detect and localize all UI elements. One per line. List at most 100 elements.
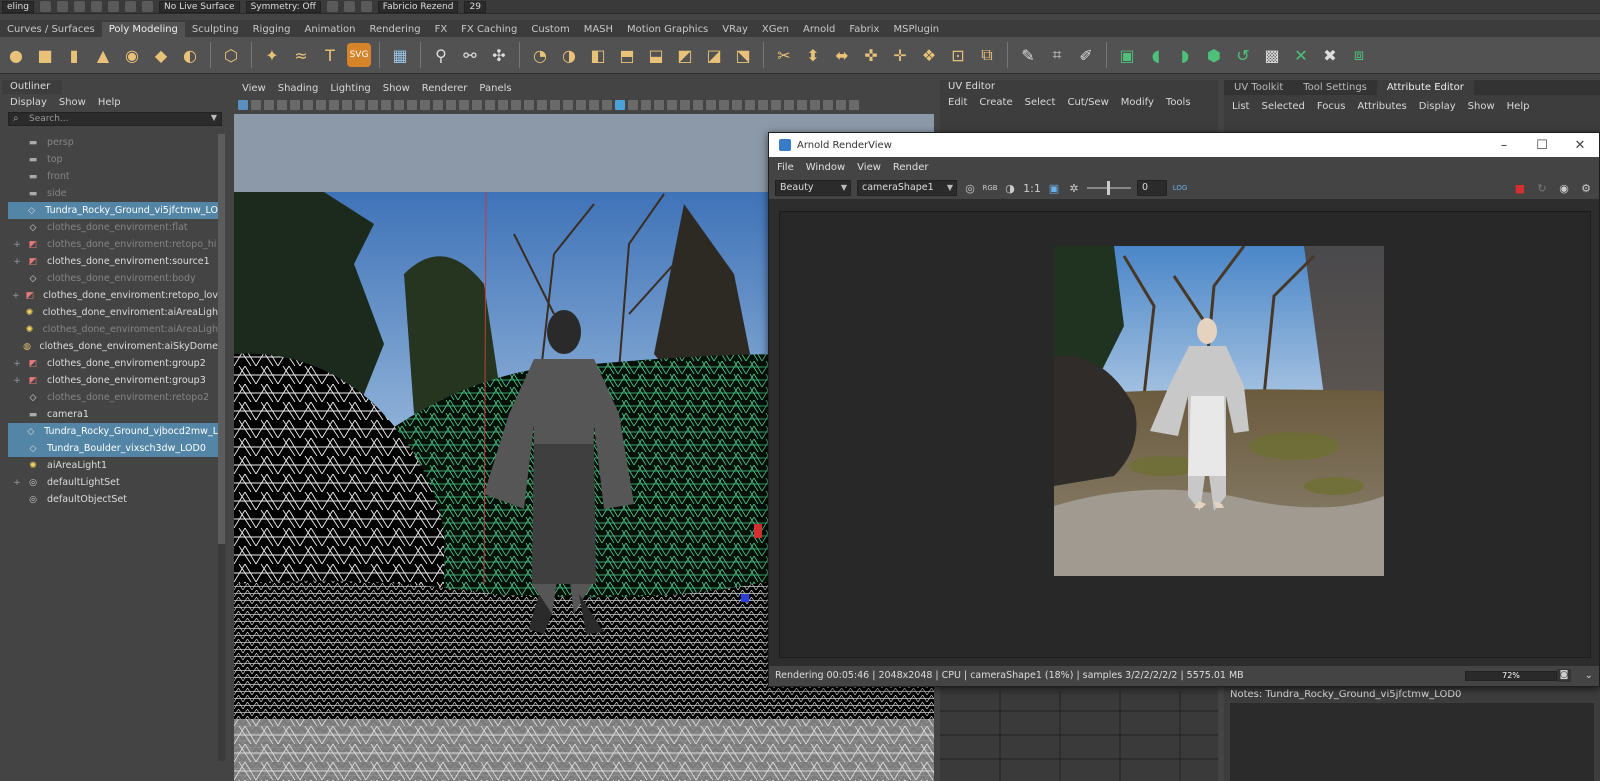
outliner-item[interactable]: + ◩ clothes_done_enviroment:retopo_hi (8, 236, 218, 253)
viewport-tool-icon[interactable] (342, 100, 352, 110)
uv-shell-icon[interactable]: ⧈ (1347, 43, 1371, 67)
slider-handle[interactable] (1107, 181, 1110, 195)
uv-grid[interactable] (940, 691, 1218, 781)
smooth-icon[interactable]: ❖ (917, 43, 941, 67)
outliner-item[interactable]: ◍ clothes_done_enviroment:aiSkyDome (8, 338, 218, 355)
renderview-menu-item[interactable]: Render (893, 162, 929, 173)
snap-curve-icon[interactable] (124, 1, 136, 12)
uv-automatic-icon[interactable]: ⬢ (1202, 43, 1226, 67)
separate-icon[interactable]: ◑ (557, 43, 581, 67)
viewport-tool-icon[interactable] (420, 100, 430, 110)
viewport-tool-icon[interactable] (576, 100, 586, 110)
uv-menu-item[interactable]: Cut/Sew (1067, 97, 1108, 108)
fill-hole-icon[interactable]: ⬔ (731, 43, 755, 67)
renderview-menu-item[interactable]: File (777, 162, 794, 173)
renderview-menu-item[interactable]: Window (806, 162, 845, 173)
sculpt-icon[interactable]: ✐ (1074, 43, 1098, 67)
viewport-tool-icon[interactable] (628, 100, 638, 110)
mirror-icon[interactable]: ⧉ (975, 43, 999, 67)
outliner-menu-item[interactable]: Display (10, 97, 47, 108)
poly-cube-icon[interactable]: ■ (33, 43, 57, 67)
save-icon[interactable] (39, 1, 51, 12)
render-region-icon[interactable]: ◎ (963, 181, 977, 195)
viewport-tool-icon[interactable] (264, 100, 274, 110)
shelf-tab[interactable]: FX (428, 22, 455, 37)
bevel-icon[interactable]: ◩ (673, 43, 697, 67)
poly-sphere-icon[interactable]: ● (4, 43, 28, 67)
viewport-tool-icon[interactable] (472, 100, 482, 110)
pencil-icon[interactable]: ✎ (1016, 43, 1040, 67)
outliner-item[interactable]: + ◩ clothes_done_enviroment:source1 (8, 253, 218, 270)
chevron-down-icon[interactable]: ▼ (211, 113, 217, 122)
viewport-tool-icon[interactable] (446, 100, 456, 110)
uv-menu-item[interactable]: Select (1025, 97, 1056, 108)
render-settings-icon[interactable] (360, 1, 372, 12)
viewport-tool-icon[interactable] (810, 100, 820, 110)
viewport-tool-icon[interactable] (563, 100, 573, 110)
outliner-item[interactable]: ◇ Tundra_Rocky_Ground_vi5jfctmw_LO (8, 202, 218, 219)
attribute-menu-item[interactable]: Attributes (1357, 101, 1406, 112)
uv-cylindrical-icon[interactable]: ◖ (1144, 43, 1168, 67)
viewport-tool-icon[interactable] (433, 100, 443, 110)
attribute-editor-tab[interactable]: Tool Settings (1293, 80, 1377, 95)
outliner-item[interactable]: ◇ Tundra_Boulder_vixsch3dw_LOD0 (8, 440, 218, 457)
viewport-tool-icon[interactable] (550, 100, 560, 110)
shelf-tab[interactable]: Custom (524, 22, 576, 37)
crop-region-icon[interactable]: ▣ (1047, 181, 1061, 195)
expand-icon[interactable]: + (8, 291, 24, 301)
viewport-tool-icon[interactable] (355, 100, 365, 110)
uv-layout-icon[interactable]: ▩ (1260, 43, 1284, 67)
viewport-tool-icon[interactable] (511, 100, 521, 110)
stop-render-icon[interactable]: ■ (1513, 181, 1527, 195)
undo-icon[interactable] (56, 1, 68, 12)
refresh-render-icon[interactable]: ↻ (1535, 181, 1549, 195)
viewport-tool-icon[interactable] (290, 100, 300, 110)
outliner-menu-item[interactable]: Show (59, 97, 86, 108)
minimize-icon[interactable]: – (1485, 138, 1523, 153)
viewport-tool-icon[interactable] (836, 100, 846, 110)
outliner-item[interactable]: ▬ camera1 (8, 406, 218, 423)
viewport-tool-icon[interactable] (667, 100, 677, 110)
viewport-tool-icon[interactable] (732, 100, 742, 110)
redo-icon[interactable] (73, 1, 85, 12)
shelf-tab[interactable]: MASH (577, 22, 620, 37)
multi-cut-icon[interactable]: ✂ (772, 43, 796, 67)
shelf-tab[interactable]: XGen (755, 22, 796, 37)
renderview-titlebar[interactable]: Arnold RenderView – ☐ ✕ (769, 133, 1599, 157)
uv-planar-icon[interactable]: ▣ (1115, 43, 1139, 67)
viewport-tool-icon[interactable] (693, 100, 703, 110)
snapshot-icon[interactable]: ◙ (1557, 669, 1571, 682)
viewport-menu-item[interactable]: Shading (278, 83, 319, 94)
outliner-item[interactable]: ▬ front (8, 168, 218, 185)
viewport-tool-icon[interactable] (303, 100, 313, 110)
select-tool-icon[interactable] (90, 1, 102, 12)
outliner-search-input[interactable]: ⌕ Search... ▼ (8, 112, 222, 126)
attribute-menu-item[interactable]: Help (1507, 101, 1530, 112)
boolean-icon[interactable]: ◧ (586, 43, 610, 67)
ratio-label[interactable]: 1:1 (1023, 181, 1041, 195)
svg-icon[interactable]: SVG (347, 43, 371, 67)
shelf-tab[interactable]: Arnold (796, 22, 842, 37)
attribute-menu-item[interactable]: Show (1468, 101, 1495, 112)
combine-icon[interactable]: ◔ (528, 43, 552, 67)
ipr-icon[interactable] (343, 1, 355, 12)
scrollbar-thumb[interactable] (218, 134, 225, 544)
viewport-tool-icon[interactable] (602, 100, 612, 110)
outliner-item[interactable]: ◇ clothes_done_enviroment:flat (8, 219, 218, 236)
outliner-item[interactable]: + ◩ clothes_done_enviroment:group2 (8, 355, 218, 372)
outliner-item[interactable]: + ◩ clothes_done_enviroment:retopo_lov (8, 287, 218, 304)
viewport-tool-icon[interactable] (849, 100, 859, 110)
viewport-tool-icon[interactable] (589, 100, 599, 110)
uv-menu-item[interactable]: Tools (1166, 97, 1191, 108)
live-surface-field[interactable]: No Live Surface (158, 0, 240, 13)
exposure-slider[interactable] (1087, 181, 1131, 195)
shelf-tab[interactable]: Animation (298, 22, 363, 37)
viewport-tool-icon[interactable] (459, 100, 469, 110)
bridge-icon[interactable]: ⬓ (644, 43, 668, 67)
expand-icon[interactable]: + (8, 376, 26, 386)
text-icon[interactable]: T (318, 43, 342, 67)
poly-cylinder-icon[interactable]: ▮ (62, 43, 86, 67)
star-icon[interactable]: ✦ (260, 43, 284, 67)
uv-sew-icon[interactable]: ✖ (1318, 43, 1342, 67)
outliner-item[interactable]: ✺ clothes_done_enviroment:aiAreaLigh (8, 321, 218, 338)
